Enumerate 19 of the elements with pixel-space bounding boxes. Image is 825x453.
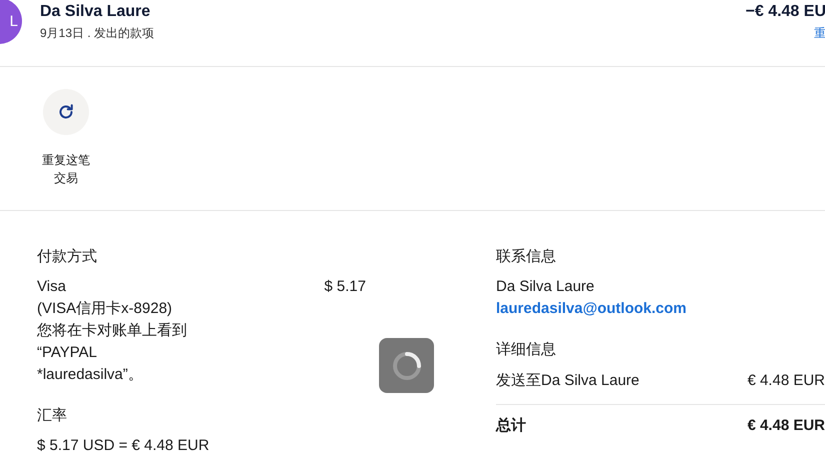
transaction-subtitle: 9月13日 . 发出的款项 — [40, 25, 154, 42]
payment-method-text: Visa (VISA信用卡x-8928) 您将在卡对账单上看到 “PAYPAL *lauredasilva”。 — [37, 277, 187, 385]
email-link[interactable]: lauredasilva@outlook.com — [496, 298, 825, 320]
exchange-rate: $ 5.17 USD = € 4.48 EUR — [37, 436, 210, 453]
total-label: 总计 — [496, 416, 526, 436]
payee-name: Da Silva Laure — [40, 3, 152, 21]
detail-value: € 4.48 EUR — [747, 371, 825, 391]
action-label: 重复这笔 交易 — [42, 152, 90, 187]
detail-label: 发送至Da Silva Laure — [496, 371, 640, 391]
section-heading: 详细信息 — [496, 340, 557, 359]
avatar: L — [0, 0, 22, 44]
payment-amount: $ 5.17 — [324, 277, 366, 297]
section-heading: 联系信息 — [496, 247, 557, 266]
total-value: € 4.48 EUR — [747, 416, 825, 436]
transaction-amount: −€ 4.48 EU — [746, 3, 825, 21]
contact-name: Da Silva Laure — [496, 277, 596, 297]
section-heading: 付款方式 — [37, 247, 98, 266]
section-heading: 汇率 — [37, 406, 68, 425]
repeat-button[interactable] — [43, 89, 89, 135]
